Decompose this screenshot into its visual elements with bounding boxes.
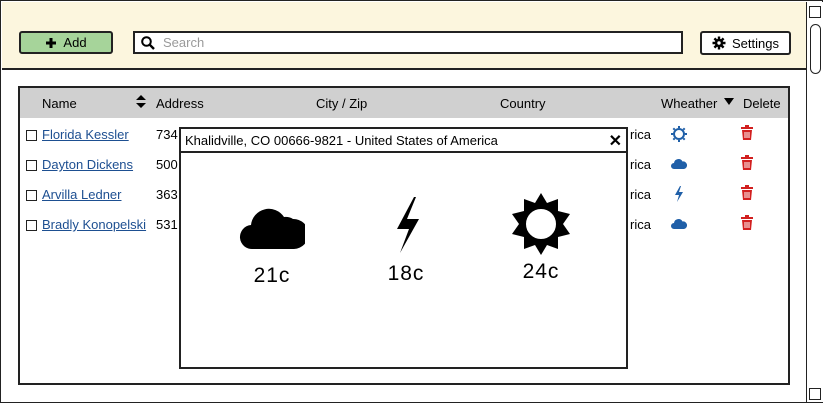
address-cell: 363 [156,187,178,202]
trash-icon[interactable] [740,215,754,231]
lightning-icon [397,197,419,253]
search-icon [141,35,155,50]
search-input[interactable] [163,35,643,50]
toolbar: Add Settings [2,2,806,70]
country-cell: rica [630,187,651,202]
column-header-city-zip: City / Zip [316,96,368,111]
trash-icon[interactable] [740,155,754,171]
scroll-up-arrow[interactable] [809,6,821,18]
scroll-down-arrow[interactable] [809,388,821,400]
column-header-address: Address [156,96,204,111]
search-field[interactable] [133,31,683,54]
row-checkbox[interactable] [26,130,37,141]
trash-icon[interactable] [740,185,754,201]
plus-icon [46,37,57,48]
forecast-day: 21c [217,201,327,288]
address-cell: 531 [156,217,178,232]
column-header-delete: Delete [743,96,781,111]
add-button-label: Add [63,35,87,50]
trash-icon[interactable] [740,125,754,141]
forecast-temperature: 24c [522,260,560,283]
app-window: Add Settings Name Address City / Zip Cou… [0,0,823,403]
vertical-scrollbar[interactable] [806,2,823,402]
add-button[interactable]: Add [19,31,113,54]
column-header-name[interactable]: Name [42,96,77,111]
row-checkbox[interactable] [26,190,37,201]
table-header: Name Address City / Zip Country Wheather… [20,88,788,118]
forecast-day: 24c [486,193,596,284]
settings-button[interactable]: Settings [700,31,791,55]
contact-name-link[interactable]: Bradly Konopelski [42,217,146,232]
settings-button-label: Settings [732,35,779,51]
country-cell: rica [630,217,651,232]
cloud-icon [239,208,309,250]
contact-name-link[interactable]: Arvilla Ledner [42,187,122,202]
close-icon[interactable]: ✕ [609,131,622,151]
row-checkbox[interactable] [26,160,37,171]
contact-name-link[interactable]: Dayton Dickens [42,157,133,172]
cloud-icon[interactable] [670,155,688,173]
column-header-country: Country [500,96,546,111]
column-header-weather[interactable]: Wheather [661,96,717,111]
address-cell: 500 [156,157,178,172]
row-checkbox[interactable] [26,220,37,231]
weather-popup: Khalidville, CO 00666-9821 - United Stat… [179,127,628,369]
country-cell: rica [630,157,651,172]
gear-icon [712,36,726,50]
scroll-thumb[interactable] [810,24,821,74]
cloud-icon[interactable] [670,215,688,233]
forecast-day: 18c [351,197,461,286]
popup-title-bar: Khalidville, CO 00666-9821 - United Stat… [181,129,626,153]
sun-icon[interactable] [670,125,688,143]
country-cell: rica [630,127,651,142]
contact-name-link[interactable]: Florida Kessler [42,127,129,142]
sort-icon[interactable] [136,95,146,108]
dropdown-arrow-icon[interactable] [724,98,734,105]
address-cell: 734 [156,127,178,142]
popup-title: Khalidville, CO 00666-9821 - United Stat… [185,133,498,148]
forecast-temperature: 21c [253,264,291,287]
forecast-temperature: 18c [387,262,425,285]
lightning-icon[interactable] [670,185,688,203]
sun-icon [512,193,570,255]
